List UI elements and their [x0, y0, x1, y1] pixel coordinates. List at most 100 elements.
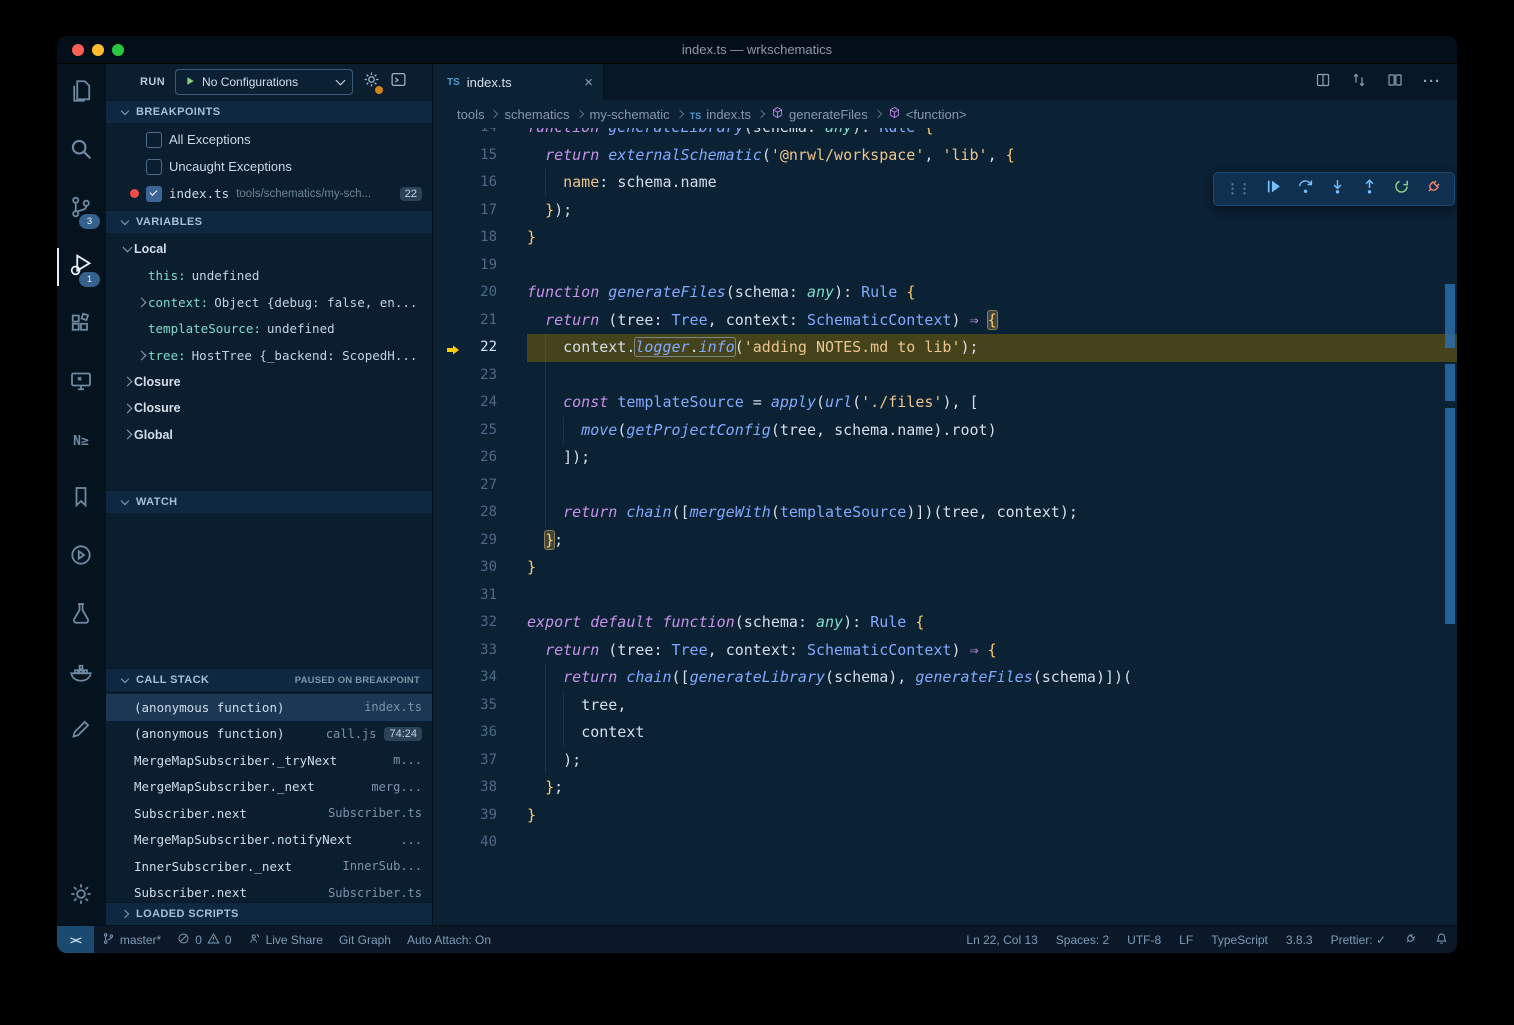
line-number[interactable]: 15: [433, 142, 527, 170]
breakpoint-item[interactable]: All Exceptions: [106, 126, 432, 153]
variable-scope[interactable]: Closure: [106, 395, 432, 422]
status-git-branch[interactable]: master*: [94, 926, 169, 953]
breadcrumb-item[interactable]: schematics: [504, 107, 569, 122]
variable-item[interactable]: templateSource:undefined: [106, 316, 432, 343]
gutter[interactable]: 29: [433, 527, 527, 555]
breakpoint-checkbox[interactable]: [146, 159, 162, 175]
close-window-button[interactable]: [72, 44, 84, 56]
gutter[interactable]: 14: [433, 128, 527, 142]
line-number[interactable]: 17: [433, 197, 527, 225]
activity-remote-explorer[interactable]: [57, 354, 105, 412]
activity-run-and-debug[interactable]: 1: [57, 238, 105, 296]
call-stack-frame[interactable]: InnerSubscriber._nextInnerSub...: [106, 853, 432, 880]
status-git-graph[interactable]: Git Graph: [331, 926, 399, 953]
activity-docker[interactable]: [57, 644, 105, 702]
status-debug-plug[interactable]: [1395, 926, 1426, 953]
disconnect-button[interactable]: [1425, 178, 1442, 200]
breakpoint-checkbox[interactable]: [146, 132, 162, 148]
zoom-window-button[interactable]: [112, 44, 124, 56]
step-out-button[interactable]: [1361, 178, 1378, 200]
status-problems[interactable]: 00: [169, 926, 239, 953]
activity-extensions[interactable]: [57, 296, 105, 354]
line-number[interactable]: 20: [433, 279, 527, 307]
code-editor[interactable]: 14function generateLibrary(schema: any):…: [433, 128, 1457, 925]
status-prettier[interactable]: Prettier: ✓: [1322, 926, 1395, 953]
breakpoint-checkbox[interactable]: [146, 186, 162, 202]
line-number[interactable]: 31: [433, 582, 527, 610]
gutter[interactable]: 16: [433, 169, 527, 197]
minimize-window-button[interactable]: [92, 44, 104, 56]
status-language-mode[interactable]: TypeScript: [1202, 926, 1277, 953]
line-number[interactable]: 39: [433, 802, 527, 830]
breakpoint-item[interactable]: index.tstools/schematics/my-sch...22: [106, 180, 432, 207]
gutter[interactable]: 34: [433, 664, 527, 692]
line-number[interactable]: 38: [433, 774, 527, 802]
overview-ruler[interactable]: [1443, 128, 1457, 925]
gutter[interactable]: 20: [433, 279, 527, 307]
line-number[interactable]: 35: [433, 692, 527, 720]
line-number[interactable]: 33: [433, 637, 527, 665]
line-number[interactable]: 19: [433, 252, 527, 280]
drag-handle-button[interactable]: ⋮⋮: [1226, 180, 1250, 198]
variable-item[interactable]: context:Object {debug: false, en...: [106, 289, 432, 316]
status-encoding[interactable]: UTF-8: [1118, 926, 1170, 953]
line-number[interactable]: 26: [433, 444, 527, 472]
git-compare-icon[interactable]: [1351, 72, 1367, 93]
call-stack-frame[interactable]: Subscriber.nextSubscriber.ts: [106, 800, 432, 827]
line-number[interactable]: 30: [433, 554, 527, 582]
gutter[interactable]: 21: [433, 307, 527, 335]
activity-source-control[interactable]: 3: [57, 180, 105, 238]
gutter[interactable]: 15: [433, 142, 527, 170]
gutter[interactable]: 33: [433, 637, 527, 665]
more-actions-icon[interactable]: ···: [1423, 73, 1441, 91]
line-number[interactable]: 21: [433, 307, 527, 335]
step-into-button[interactable]: [1329, 178, 1346, 200]
call-stack-frame[interactable]: Subscriber.nextSubscriber.ts: [106, 880, 432, 903]
start-debugging-icon[interactable]: [184, 75, 196, 90]
breadcrumb-item[interactable]: TSindex.ts: [690, 107, 751, 122]
call-stack-frame[interactable]: MergeMapSubscriber._tryNextm...: [106, 747, 432, 774]
breadcrumb-item[interactable]: tools: [457, 107, 484, 122]
gutter[interactable]: 31: [433, 582, 527, 610]
activity-test-explorer[interactable]: [57, 586, 105, 644]
variables-header[interactable]: VARIABLES: [106, 210, 432, 233]
breadcrumb-item[interactable]: my-schematic: [590, 107, 670, 122]
restart-button[interactable]: [1393, 178, 1410, 200]
line-number[interactable]: 25: [433, 417, 527, 445]
line-number[interactable]: 34: [433, 664, 527, 692]
line-number[interactable]: 40: [433, 829, 527, 857]
status-cursor-position[interactable]: Ln 22, Col 13: [957, 926, 1046, 953]
gutter[interactable]: 17: [433, 197, 527, 225]
call-stack-frame[interactable]: (anonymous function)call.js74:24: [106, 721, 432, 748]
line-number[interactable]: 24: [433, 389, 527, 417]
line-number[interactable]: 37: [433, 747, 527, 775]
gutter[interactable]: 40: [433, 829, 527, 857]
gutter[interactable]: 28: [433, 499, 527, 527]
activity-nx-console[interactable]: N≥: [57, 412, 105, 470]
activity-search[interactable]: [57, 122, 105, 180]
gutter[interactable]: 37: [433, 747, 527, 775]
activity-explorer[interactable]: [57, 64, 105, 122]
line-number[interactable]: 32: [433, 609, 527, 637]
line-number[interactable]: 18: [433, 224, 527, 252]
gutter[interactable]: 24: [433, 389, 527, 417]
launch-config-select[interactable]: No Configurations: [175, 69, 353, 95]
close-tab-icon[interactable]: ×: [584, 74, 593, 91]
variable-item[interactable]: tree:HostTree {_backend: ScopedH...: [106, 342, 432, 369]
call-stack-frame[interactable]: MergeMapSubscriber._nextmerg...: [106, 774, 432, 801]
gutter[interactable]: 39: [433, 802, 527, 830]
status-notifications[interactable]: [1426, 926, 1457, 953]
configure-launch-button[interactable]: [363, 71, 380, 93]
line-number[interactable]: 36: [433, 719, 527, 747]
activity-live-share[interactable]: [57, 528, 105, 586]
gutter[interactable]: 38: [433, 774, 527, 802]
call-stack-frame[interactable]: MergeMapSubscriber.notifyNext...: [106, 827, 432, 854]
activity-bookmarks[interactable]: [57, 470, 105, 528]
gutter[interactable]: 25: [433, 417, 527, 445]
gutter[interactable]: 36: [433, 719, 527, 747]
variable-scope[interactable]: Closure: [106, 369, 432, 396]
line-number[interactable]: 14: [433, 128, 527, 142]
status-eol[interactable]: LF: [1170, 926, 1202, 953]
activity-notes[interactable]: [57, 702, 105, 760]
step-over-button[interactable]: [1297, 178, 1314, 200]
